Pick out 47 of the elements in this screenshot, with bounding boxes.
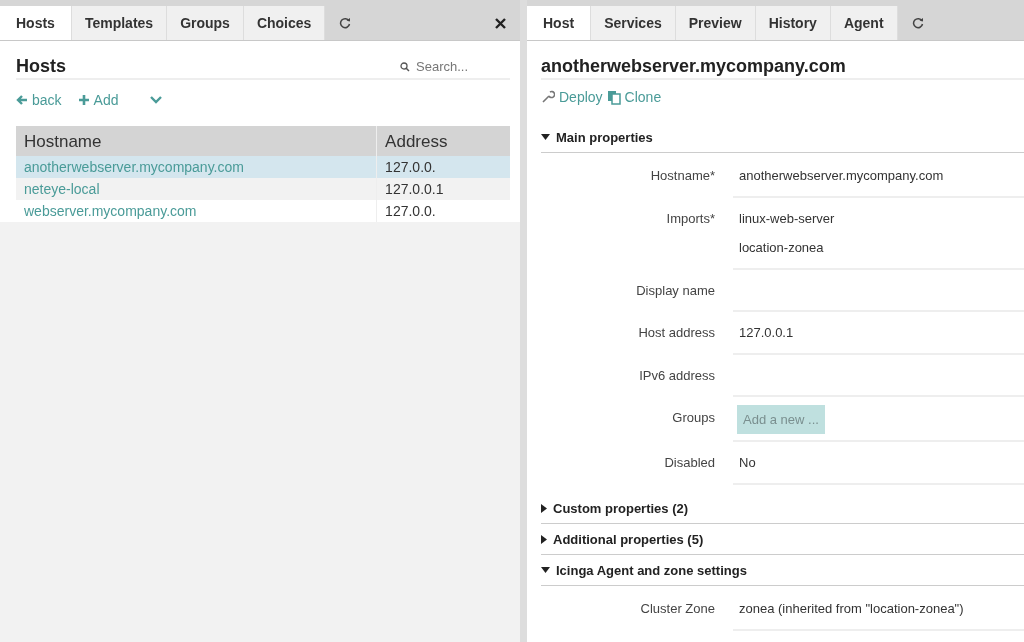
column-header[interactable]: Hostname <box>16 126 377 156</box>
field-label: Host address <box>637 324 715 342</box>
field-label: Cluster Zone <box>639 600 715 618</box>
section-header[interactable]: Main properties <box>556 129 653 145</box>
wrench-icon <box>541 90 555 104</box>
field-value: No <box>739 454 757 472</box>
plus-icon <box>77 94 90 106</box>
table-cell: 127.0.0.1 <box>376 178 510 200</box>
refresh-icon[interactable] <box>911 17 924 29</box>
copy-icon <box>606 89 621 105</box>
field-value: anotherwebserver.mycompany.com <box>739 167 945 185</box>
field-label: Display name <box>635 282 715 300</box>
field-label: Hostname* <box>649 167 715 185</box>
field-value: zonea (inherited from "location-zonea") <box>739 600 965 618</box>
section-header[interactable]: Additional properties (5) <box>553 531 704 547</box>
field-value: location-zonea <box>739 239 825 257</box>
arrow-left-icon <box>16 94 28 106</box>
tab[interactable]: Agent <box>830 6 898 40</box>
close-icon[interactable] <box>495 17 506 29</box>
caret-right-icon <box>541 534 547 544</box>
refresh-icon[interactable] <box>339 17 352 29</box>
tab[interactable]: Choices <box>243 6 326 40</box>
field-label: IPv6 address <box>638 367 715 385</box>
tab[interactable]: History <box>755 6 831 40</box>
section-header[interactable]: Icinga Agent and zone settings <box>556 562 747 578</box>
caret-down-icon <box>541 567 550 573</box>
tab[interactable]: Hosts <box>0 6 72 40</box>
section-header[interactable]: Custom properties (2) <box>553 500 689 516</box>
page-title: anotherwebserver.mycompany.com <box>541 56 846 77</box>
field-label: Disabled <box>663 454 715 472</box>
field-value: linux-web-server <box>739 210 836 228</box>
tab[interactable]: Preview <box>675 6 756 40</box>
field-label: Imports* <box>665 210 715 228</box>
field-label: Groups <box>671 409 715 427</box>
caret-down-icon <box>541 134 550 140</box>
chevron-down-icon[interactable] <box>148 95 163 105</box>
column-header[interactable]: Address <box>376 126 510 156</box>
tab[interactable]: Groups <box>167 6 244 40</box>
table-cell: 127.0.0. <box>376 156 510 178</box>
search-field[interactable]: Search... <box>414 58 508 75</box>
page-title: Hosts <box>16 56 66 77</box>
caret-right-icon <box>541 503 547 513</box>
tab[interactable]: Services <box>591 6 676 40</box>
search-icon <box>400 61 410 72</box>
field-value: 127.0.0.1 <box>739 324 795 342</box>
tab[interactable]: Host <box>527 6 592 40</box>
tab[interactable]: Templates <box>71 6 168 40</box>
